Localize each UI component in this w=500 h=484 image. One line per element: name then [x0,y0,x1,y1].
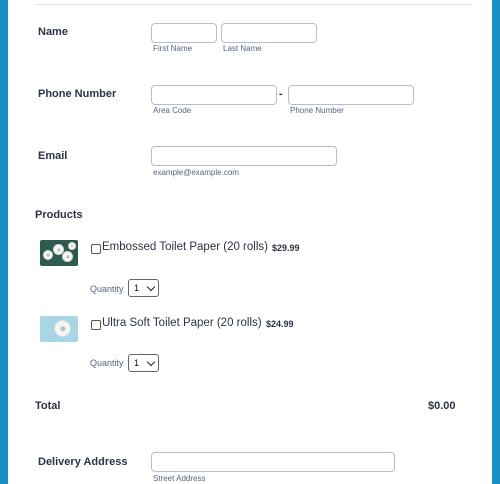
product-2-price: $24.99 [266,319,294,329]
email-sublabel: example@example.com [153,168,239,177]
delivery-address-label: Delivery Address [38,456,128,468]
product-1-price: $29.99 [272,243,300,253]
phone-label: Phone Number [38,88,117,100]
product-1-quantity-select[interactable]: 1 [128,279,159,297]
area-code-sublabel: Area Code [153,106,192,115]
last-name-input[interactable] [221,23,317,43]
product-1-quantity-value: 1 [134,283,140,293]
area-code-input[interactable] [151,85,277,105]
embossed-toilet-paper-image [40,240,78,266]
total-value: $0.00 [428,400,456,412]
product-1-name: Embossed Toilet Paper (20 rolls) [102,241,268,253]
email-label: Email [38,150,68,162]
top-divider [35,4,473,5]
name-label: Name [38,26,68,38]
product-1-checkbox[interactable] [91,244,101,254]
first-name-sublabel: First Name [153,44,193,53]
product-2-name: Ultra Soft Toilet Paper (20 rolls) [102,317,262,329]
first-name-input[interactable] [151,23,217,43]
product-2-checkbox[interactable] [91,320,101,330]
product-2-quantity-value: 1 [134,358,140,368]
ultra-soft-toilet-paper-image [40,316,78,342]
product-1-quantity-label: Quantity [90,284,124,294]
products-title: Products [35,209,83,221]
product-2-quantity-label: Quantity [90,358,124,368]
email-input[interactable] [151,146,337,166]
street-address-input[interactable] [151,452,395,472]
phone-number-input[interactable] [288,85,414,105]
total-label: Total [35,400,61,412]
last-name-sublabel: Last Name [223,44,262,53]
chevron-down-icon [146,282,156,292]
chevron-down-icon [146,357,156,367]
product-2-quantity-select[interactable]: 1 [128,354,159,372]
phone-number-sublabel: Phone Number [290,106,344,115]
form-card: Name First Name Last Name Phone Number -… [8,0,492,484]
street-address-sublabel: Street Address [153,474,206,483]
phone-separator: - [279,88,283,100]
